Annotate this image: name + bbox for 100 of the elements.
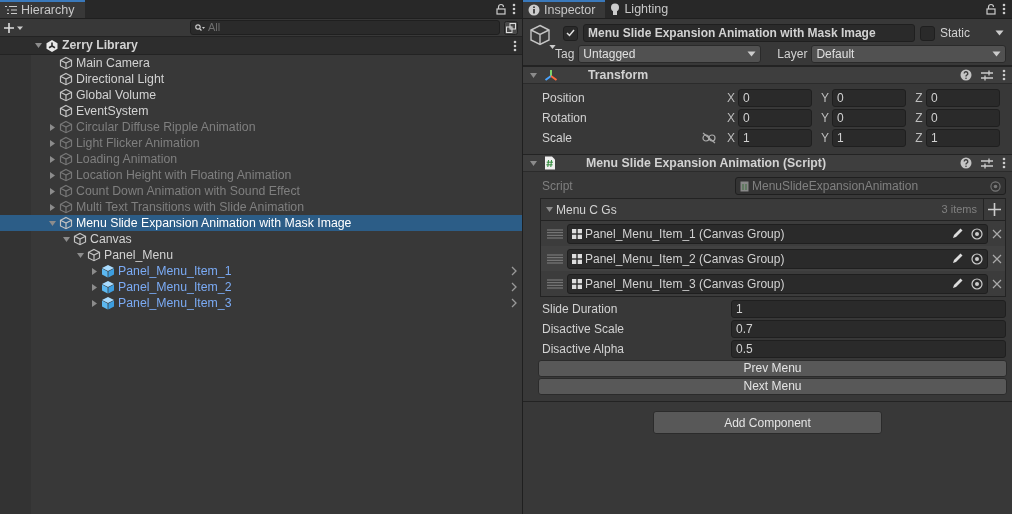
transform-axes-icon xyxy=(544,68,558,82)
more-options-icon[interactable] xyxy=(512,3,516,15)
light-bulb-icon xyxy=(610,2,621,16)
inspector-tab[interactable]: Inspector xyxy=(523,0,606,18)
unlinked-icon[interactable] xyxy=(702,132,716,144)
layer-dropdown[interactable]: Default xyxy=(811,45,1006,63)
foldout-arrow-icon[interactable] xyxy=(529,70,538,80)
search-field[interactable]: All xyxy=(190,20,500,35)
scene-search-icon[interactable] xyxy=(504,20,518,35)
tree-row[interactable]: Panel_Menu xyxy=(0,247,522,263)
drag-handle-icon[interactable] xyxy=(547,278,563,289)
action-button[interactable]: Prev Menu xyxy=(538,360,1007,377)
number-field[interactable]: 0 xyxy=(926,89,1000,107)
remove-icon[interactable] xyxy=(992,278,1002,289)
layer-label: Layer xyxy=(777,46,808,63)
static-checkbox[interactable] xyxy=(920,25,935,41)
object-field[interactable]: Panel_Menu_Item_2 (Canvas Group) xyxy=(567,248,988,269)
tree-row[interactable]: Panel_Menu_Item_1 xyxy=(0,263,522,279)
expand-arrow-icon[interactable] xyxy=(545,205,554,214)
cube-icon xyxy=(59,72,73,86)
more-options-icon[interactable] xyxy=(1002,69,1006,81)
active-checkbox[interactable] xyxy=(563,25,578,41)
tree-row[interactable]: EventSystem xyxy=(0,103,522,119)
settings-sliders-icon[interactable] xyxy=(981,69,993,81)
target-icon[interactable] xyxy=(971,227,983,240)
pencil-icon[interactable] xyxy=(952,228,963,239)
help-icon[interactable] xyxy=(960,69,972,81)
inspector-tab[interactable]: Lighting xyxy=(605,0,679,18)
drag-handle-icon[interactable] xyxy=(547,253,563,264)
foldout-arrow-icon[interactable] xyxy=(529,158,538,168)
more-options-icon[interactable] xyxy=(513,39,517,52)
settings-sliders-icon[interactable] xyxy=(981,157,993,169)
tree-row[interactable]: Zerry Library xyxy=(0,37,522,55)
number-field[interactable]: 1 xyxy=(738,129,812,147)
axis-label: X xyxy=(726,90,736,107)
number-field[interactable]: 0 xyxy=(832,109,906,127)
number-field[interactable]: 1 xyxy=(926,129,1000,147)
cube-icon xyxy=(59,104,73,118)
lock-icon[interactable] xyxy=(986,3,996,15)
tag-dropdown[interactable]: Untagged xyxy=(578,45,762,63)
cube-icon xyxy=(59,88,73,102)
help-icon[interactable] xyxy=(960,157,972,169)
pencil-icon[interactable] xyxy=(952,253,963,264)
component-title: Transform xyxy=(588,66,649,84)
tree-row[interactable]: Main Camera xyxy=(0,55,522,71)
tree-row[interactable]: Directional Light xyxy=(0,71,522,87)
search-input[interactable]: All xyxy=(208,19,495,36)
number-field[interactable]: 0 xyxy=(738,89,812,107)
canvas-group-icon xyxy=(572,253,582,264)
property-label: Position xyxy=(542,90,586,107)
drag-handle-icon[interactable] xyxy=(547,228,563,239)
caret-icon xyxy=(992,51,1001,57)
number-field[interactable]: 1 xyxy=(832,129,906,147)
checkmark-icon xyxy=(566,29,575,37)
number-field[interactable]: 0.7 xyxy=(731,320,1006,338)
cube-icon xyxy=(529,24,551,46)
action-button[interactable]: Next Menu xyxy=(538,378,1007,395)
remove-icon[interactable] xyxy=(992,253,1002,264)
tree-item-label: Menu Slide Expansion Animation with Mask Image xyxy=(76,214,352,232)
add-component-button[interactable]: Add Component xyxy=(653,411,882,434)
object-field[interactable]: Panel_Menu_Item_1 (Canvas Group) xyxy=(567,223,988,244)
tree-item-label: Location Height with Floating Animation xyxy=(76,166,292,184)
cube-icon xyxy=(59,216,73,230)
add-icon[interactable] xyxy=(4,21,24,34)
axis-label: Y xyxy=(820,90,830,107)
number-field[interactable]: 0.5 xyxy=(731,340,1006,358)
target-icon[interactable] xyxy=(971,277,983,290)
tree-item-label: Count Down Animation with Sound Effect xyxy=(76,182,300,200)
cube-icon xyxy=(87,248,101,262)
number-field[interactable]: 0 xyxy=(926,109,1000,127)
object-field[interactable]: Panel_Menu_Item_3 (Canvas Group) xyxy=(567,273,988,294)
tree-row[interactable]: Canvas xyxy=(0,231,522,247)
number-field[interactable]: 0 xyxy=(832,89,906,107)
pencil-icon[interactable] xyxy=(952,278,963,289)
tree-row[interactable]: Panel_Menu_Item_2 xyxy=(0,279,522,295)
tree-item-label: EventSystem xyxy=(76,102,149,120)
tree-item-label: Panel_Menu xyxy=(104,246,174,264)
tree-row[interactable]: Panel_Menu_Item_3 xyxy=(0,295,522,311)
list-foldout[interactable]: Menu C Gs xyxy=(545,200,617,219)
remove-icon[interactable] xyxy=(992,228,1002,239)
more-options-icon[interactable] xyxy=(1002,157,1006,169)
caret-icon[interactable] xyxy=(995,30,1004,36)
target-icon[interactable] xyxy=(971,252,983,265)
tree-item-label: Canvas xyxy=(90,230,132,248)
number-field[interactable]: 0 xyxy=(738,109,812,127)
cube-icon xyxy=(73,232,87,246)
tree-row[interactable]: Global Volume xyxy=(0,87,522,103)
caret-icon xyxy=(549,44,556,50)
more-options-icon[interactable] xyxy=(1002,3,1006,15)
cube-icon xyxy=(59,120,73,134)
axis-label: Z xyxy=(914,130,924,147)
script-icon xyxy=(740,180,749,192)
lock-icon[interactable] xyxy=(496,3,506,15)
tree-item-label: Main Camera xyxy=(76,54,150,72)
expand-arrow-icon[interactable] xyxy=(34,41,43,50)
tree-row[interactable]: Menu Slide Expansion Animation with Mask Image xyxy=(0,215,522,231)
number-field[interactable]: 1 xyxy=(731,300,1006,318)
name-field[interactable]: Menu Slide Expansion Animation with Mask Image xyxy=(583,24,915,42)
property-label: Disactive Scale xyxy=(542,321,626,338)
hierarchy-tab[interactable]: Hierarchy xyxy=(0,0,85,18)
